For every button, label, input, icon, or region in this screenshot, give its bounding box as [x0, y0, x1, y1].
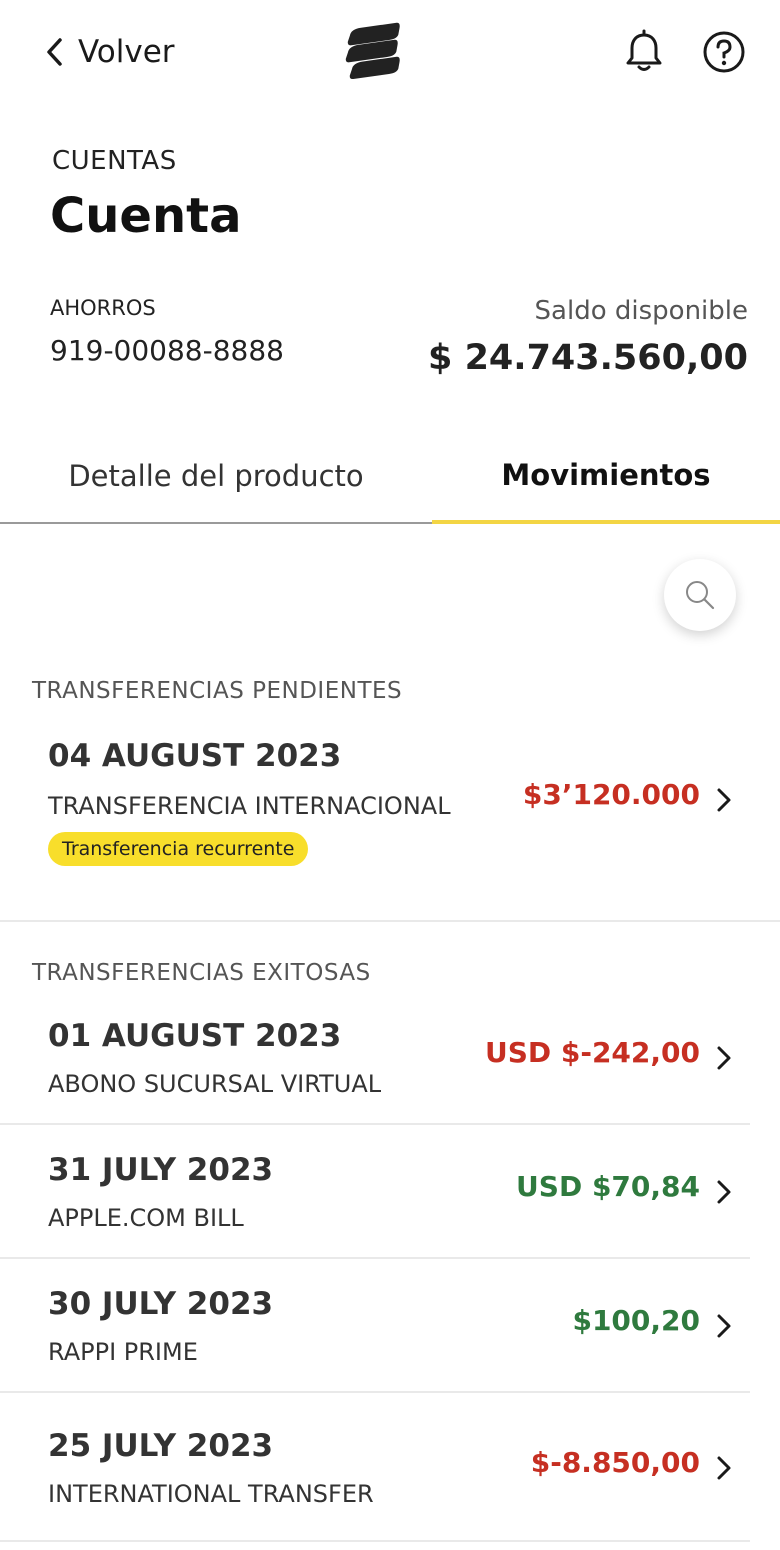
transaction-date: 01 AUGUST 2023: [48, 1018, 342, 1054]
account-type: AHORROS: [50, 296, 156, 320]
tab-product-detail[interactable]: Detalle del producto: [0, 430, 432, 524]
transaction-description: RAPPI PRIME: [48, 1338, 198, 1366]
transaction-amount: $100,20: [572, 1304, 700, 1337]
transaction-date: 31 JULY 2023: [48, 1152, 274, 1188]
transaction-date: 30 JULY 2023: [48, 1286, 274, 1322]
transaction-description: INTERNATIONAL TRANSFER: [48, 1480, 374, 1508]
transaction-row[interactable]: 01 AUGUST 2023 ABONO SUCURSAL VIRTUAL US…: [0, 1008, 750, 1124]
chevron-left-icon: [47, 38, 62, 66]
divider: [0, 1257, 750, 1259]
tab-bar: Detalle del producto Movimientos: [0, 430, 780, 524]
tab-movements[interactable]: Movimientos: [432, 430, 780, 524]
help-icon[interactable]: [700, 28, 748, 76]
transaction-row[interactable]: 31 JULY 2023 APPLE.COM BILL USD $70,84: [0, 1142, 750, 1258]
divider: [0, 1123, 750, 1125]
chevron-right-icon: [717, 1180, 731, 1204]
pending-transfer-row[interactable]: 04 AUGUST 2023 TRANSFERENCIA INTERNACION…: [0, 730, 750, 900]
transaction-row[interactable]: 25 JULY 2023 INTERNATIONAL TRANSFER $-8.…: [0, 1418, 750, 1540]
page-title: Cuenta: [50, 188, 242, 244]
recurring-badge: Transferencia recurrente: [48, 832, 309, 866]
transaction-row[interactable]: 30 JULY 2023 RAPPI PRIME $100,20: [0, 1276, 750, 1392]
divider: [0, 1540, 750, 1542]
balance-label: Saldo disponible: [534, 296, 748, 326]
back-button[interactable]: Volver: [40, 28, 175, 76]
transaction-date: 25 JULY 2023: [48, 1428, 274, 1464]
transaction-amount: $-8.850,00: [530, 1446, 700, 1479]
top-bar: Volver: [0, 0, 780, 110]
transaction-date: 04 AUGUST 2023: [48, 738, 342, 774]
chevron-right-icon: [717, 1046, 731, 1070]
transaction-amount: USD $-242,00: [484, 1036, 700, 1069]
brand-logo: [345, 22, 400, 80]
section-kicker: CUENTAS: [52, 146, 177, 176]
chevron-right-icon: [717, 1314, 731, 1338]
divider: [0, 1391, 750, 1393]
search-button[interactable]: [664, 559, 736, 631]
search-icon: [686, 581, 715, 610]
transaction-amount: USD $70,84: [516, 1170, 700, 1203]
chevron-right-icon: [717, 788, 731, 812]
balance-value: $ 24.743.560,00: [428, 338, 748, 378]
transaction-description: ABONO SUCURSAL VIRTUAL: [48, 1070, 382, 1098]
transaction-description: TRANSFERENCIA INTERNACIONAL: [48, 792, 451, 820]
transaction-description: APPLE.COM BILL: [48, 1204, 244, 1232]
bell-icon[interactable]: [620, 28, 668, 76]
transaction-amount: $3’120.000: [522, 778, 700, 811]
successful-group-title: TRANSFERENCIAS EXITOSAS: [32, 960, 371, 986]
divider: [0, 920, 780, 922]
back-label: Volver: [78, 34, 175, 70]
account-number: 919-00088-8888: [50, 334, 284, 367]
pending-group-title: TRANSFERENCIAS PENDIENTES: [32, 678, 403, 704]
chevron-right-icon: [717, 1456, 731, 1480]
